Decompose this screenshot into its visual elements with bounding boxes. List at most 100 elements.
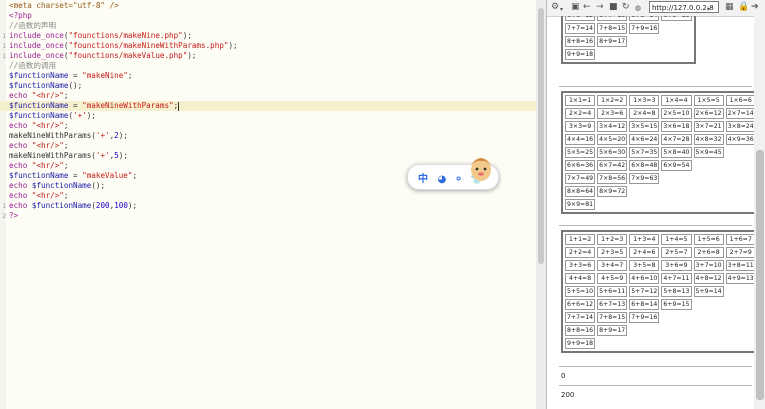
grid-icon[interactable]: ▦ xyxy=(725,2,734,13)
table-cell: 2×3=6 xyxy=(597,108,628,119)
code-token: "<hr/>" xyxy=(31,191,64,200)
table-cell: 3+3=6 xyxy=(565,260,596,271)
table-row: 7+7=14 7+8=15 7+9=16 xyxy=(565,23,692,34)
table-cell: 3×5=15 xyxy=(629,121,660,132)
table-cell: 5+5=10 xyxy=(565,286,596,297)
code-line[interactable]: $functionName(); xyxy=(0,81,536,91)
image-icon[interactable]: ▣ xyxy=(571,2,580,13)
code-text: include_once("founctions/makeNineWithPar… xyxy=(9,41,238,51)
table-row: 6+6=126+7=136+8=146+9=15 xyxy=(565,16,692,21)
table-row: 4+4=8 4+5=9 4+6=10 4+7=11 4+8=12 4+9=13 xyxy=(565,273,754,284)
table-cell: 5×7=35 xyxy=(629,147,660,158)
code-line[interactable]: $functionName = "makeNine"; xyxy=(0,71,536,81)
code-editor[interactable]: <meta charset="utf-8" /> <?php//函数的声明 1 inc… xyxy=(0,0,536,409)
back-icon[interactable]: ← xyxy=(583,2,591,13)
horizontal-rule xyxy=(559,225,752,226)
code-token: //函数的声明 xyxy=(9,21,57,30)
stop-icon[interactable]: ■ xyxy=(609,2,618,13)
table-cell: 3+6=9 xyxy=(661,260,692,271)
code-text: echo "<hr/>"; xyxy=(9,141,68,151)
table-cell: 1×3=3 xyxy=(629,95,660,106)
dropdown-icon[interactable]: ▾ xyxy=(560,4,563,15)
table-cell: 2×4=8 xyxy=(629,108,660,119)
code-line[interactable]: 1 include_once("founctions/makeNineWithPa… xyxy=(0,41,536,51)
forward-icon[interactable]: → xyxy=(596,2,604,13)
table-cell: 1×4=4 xyxy=(661,95,692,106)
table-cell: 3+8=11 xyxy=(725,260,754,271)
code-line[interactable]: makeNineWithParams('+',5); xyxy=(0,151,536,161)
table-cell: 3×7=21 xyxy=(693,121,724,132)
table-cell: 3×4=12 xyxy=(597,121,628,132)
code-line[interactable]: $functionName = "makeNineWithParams"; xyxy=(0,101,536,111)
table-row: 2×2=4 2×3=6 2×4=8 2×5=10 2×6=12 2×7=14 xyxy=(565,108,754,119)
url-dropdown-icon[interactable]: ▾ xyxy=(707,4,710,15)
code-line[interactable]: echo "<hr/>"; xyxy=(0,91,536,101)
code-line[interactable]: //函数的声明 xyxy=(0,21,536,31)
text-cursor xyxy=(178,101,180,111)
table-cell: 3+5=8 xyxy=(629,260,660,271)
table-cell: 7×9=63 xyxy=(629,173,660,184)
table-cell: 2×7=14 xyxy=(725,108,754,119)
browser-page[interactable]: 6+6=126+7=136+8=146+9=15 7+7=147+8=157+9=… xyxy=(547,16,754,409)
code-line[interactable]: <meta charset="utf-8" /> xyxy=(0,1,536,11)
table-cell: 7+7=14 xyxy=(565,312,596,323)
table-cell: 1×5=5 xyxy=(693,95,724,106)
code-text: makeNineWithParams('+',2); xyxy=(9,131,128,141)
code-text: include_once("founctions/makeValue.php")… xyxy=(9,51,196,61)
table-cell: 5×8=40 xyxy=(661,147,692,158)
code-token: ; xyxy=(127,71,133,80)
code-line[interactable]: //函数的调用 xyxy=(0,61,536,71)
settings-icon[interactable]: ⚙ xyxy=(551,2,559,13)
table-cell: 2+6=8 xyxy=(693,247,724,258)
code-token: ; xyxy=(63,191,69,200)
code-text: echo "<hr/>"; xyxy=(9,91,68,101)
refresh-icon[interactable]: ↻ xyxy=(622,2,630,13)
code-token: ; xyxy=(63,141,69,150)
browser-toolbar: ⚙ ▾ ▣ ← → ■ ↻ ◍ http://127.0.0.2:8 ▾ ▦ 🔒… xyxy=(547,0,765,17)
code-line[interactable]: 1 include_once("founctions/makeValue.php"… xyxy=(0,51,536,61)
ime-toolbar[interactable]: 中 ◕ ⸰ 👕 xyxy=(407,158,499,190)
code-line[interactable]: <?php xyxy=(0,11,536,21)
code-line[interactable]: makeNineWithParams('+',2); xyxy=(0,131,536,141)
table-cell: 2×5=10 xyxy=(661,108,692,119)
code-token: echo xyxy=(9,161,28,170)
code-token: //函数的调用 xyxy=(9,61,57,70)
table-cell: 6+6=12 xyxy=(565,299,596,310)
table-cell: 5+8=13 xyxy=(661,286,692,297)
code-line[interactable]: 1 include_once("founctions/makeNine.php")… xyxy=(0,31,536,41)
arrow-icon[interactable]: ➔ xyxy=(751,2,759,13)
table-cell: 4×5=20 xyxy=(597,134,628,145)
lock-icon[interactable]: 🔒 xyxy=(738,2,749,13)
code-line[interactable]: 1 echo $functionName(200,100); xyxy=(0,201,536,211)
table-cell: 5×9=45 xyxy=(693,147,724,158)
code-line[interactable]: 2 ?> xyxy=(0,211,536,221)
table-cell: 4×7=28 xyxy=(661,134,692,145)
code-token: "<hr/>" xyxy=(31,161,64,170)
code-token: "makeNine" xyxy=(82,71,128,80)
table-row: 7+7=14 7+8=15 7+9=16 xyxy=(565,312,754,323)
table-cell: 2+7=9 xyxy=(725,247,754,258)
code-text: $functionName = "makeValue"; xyxy=(9,171,137,181)
code-line[interactable]: $functionName('+'); xyxy=(0,111,536,121)
browser-window: ⚙ ▾ ▣ ← → ■ ↻ ◍ http://127.0.0.2:8 ▾ ▦ 🔒… xyxy=(546,0,765,409)
code-text: //函数的声明 xyxy=(9,21,56,31)
browser-scrollbar-thumb[interactable] xyxy=(756,150,764,400)
table-row: 8×8=64 8×9=72 xyxy=(565,186,754,197)
code-line[interactable]: echo "<hr/>"; xyxy=(0,191,536,201)
table-cell: 8+8=16 xyxy=(565,325,596,336)
editor-scrollbar-thumb[interactable] xyxy=(538,8,544,264)
code-token: "<hr/>" xyxy=(31,91,64,100)
table-cell: 6+6=12 xyxy=(565,16,596,21)
code-text: echo "<hr/>"; xyxy=(9,161,68,171)
table-cell: 7×7=49 xyxy=(565,173,596,184)
code-token: echo xyxy=(9,141,28,150)
table-cell: 4+9=13 xyxy=(725,273,754,284)
code-token: "makeNineWithParams" xyxy=(82,101,174,110)
code-line[interactable]: echo "<hr/>"; xyxy=(0,121,536,131)
output-value-2: 200 xyxy=(561,391,575,399)
code-line[interactable]: echo "<hr/>"; xyxy=(0,141,536,151)
table-cell: 1×2=2 xyxy=(597,95,628,106)
table-row: 3+3=6 3+4=7 3+5=8 3+6=9 3+7=10 3+8=11 xyxy=(565,260,754,271)
code-token: makeNineWithParams xyxy=(9,151,92,160)
code-token: <meta charset="utf-8" /> xyxy=(9,1,119,10)
